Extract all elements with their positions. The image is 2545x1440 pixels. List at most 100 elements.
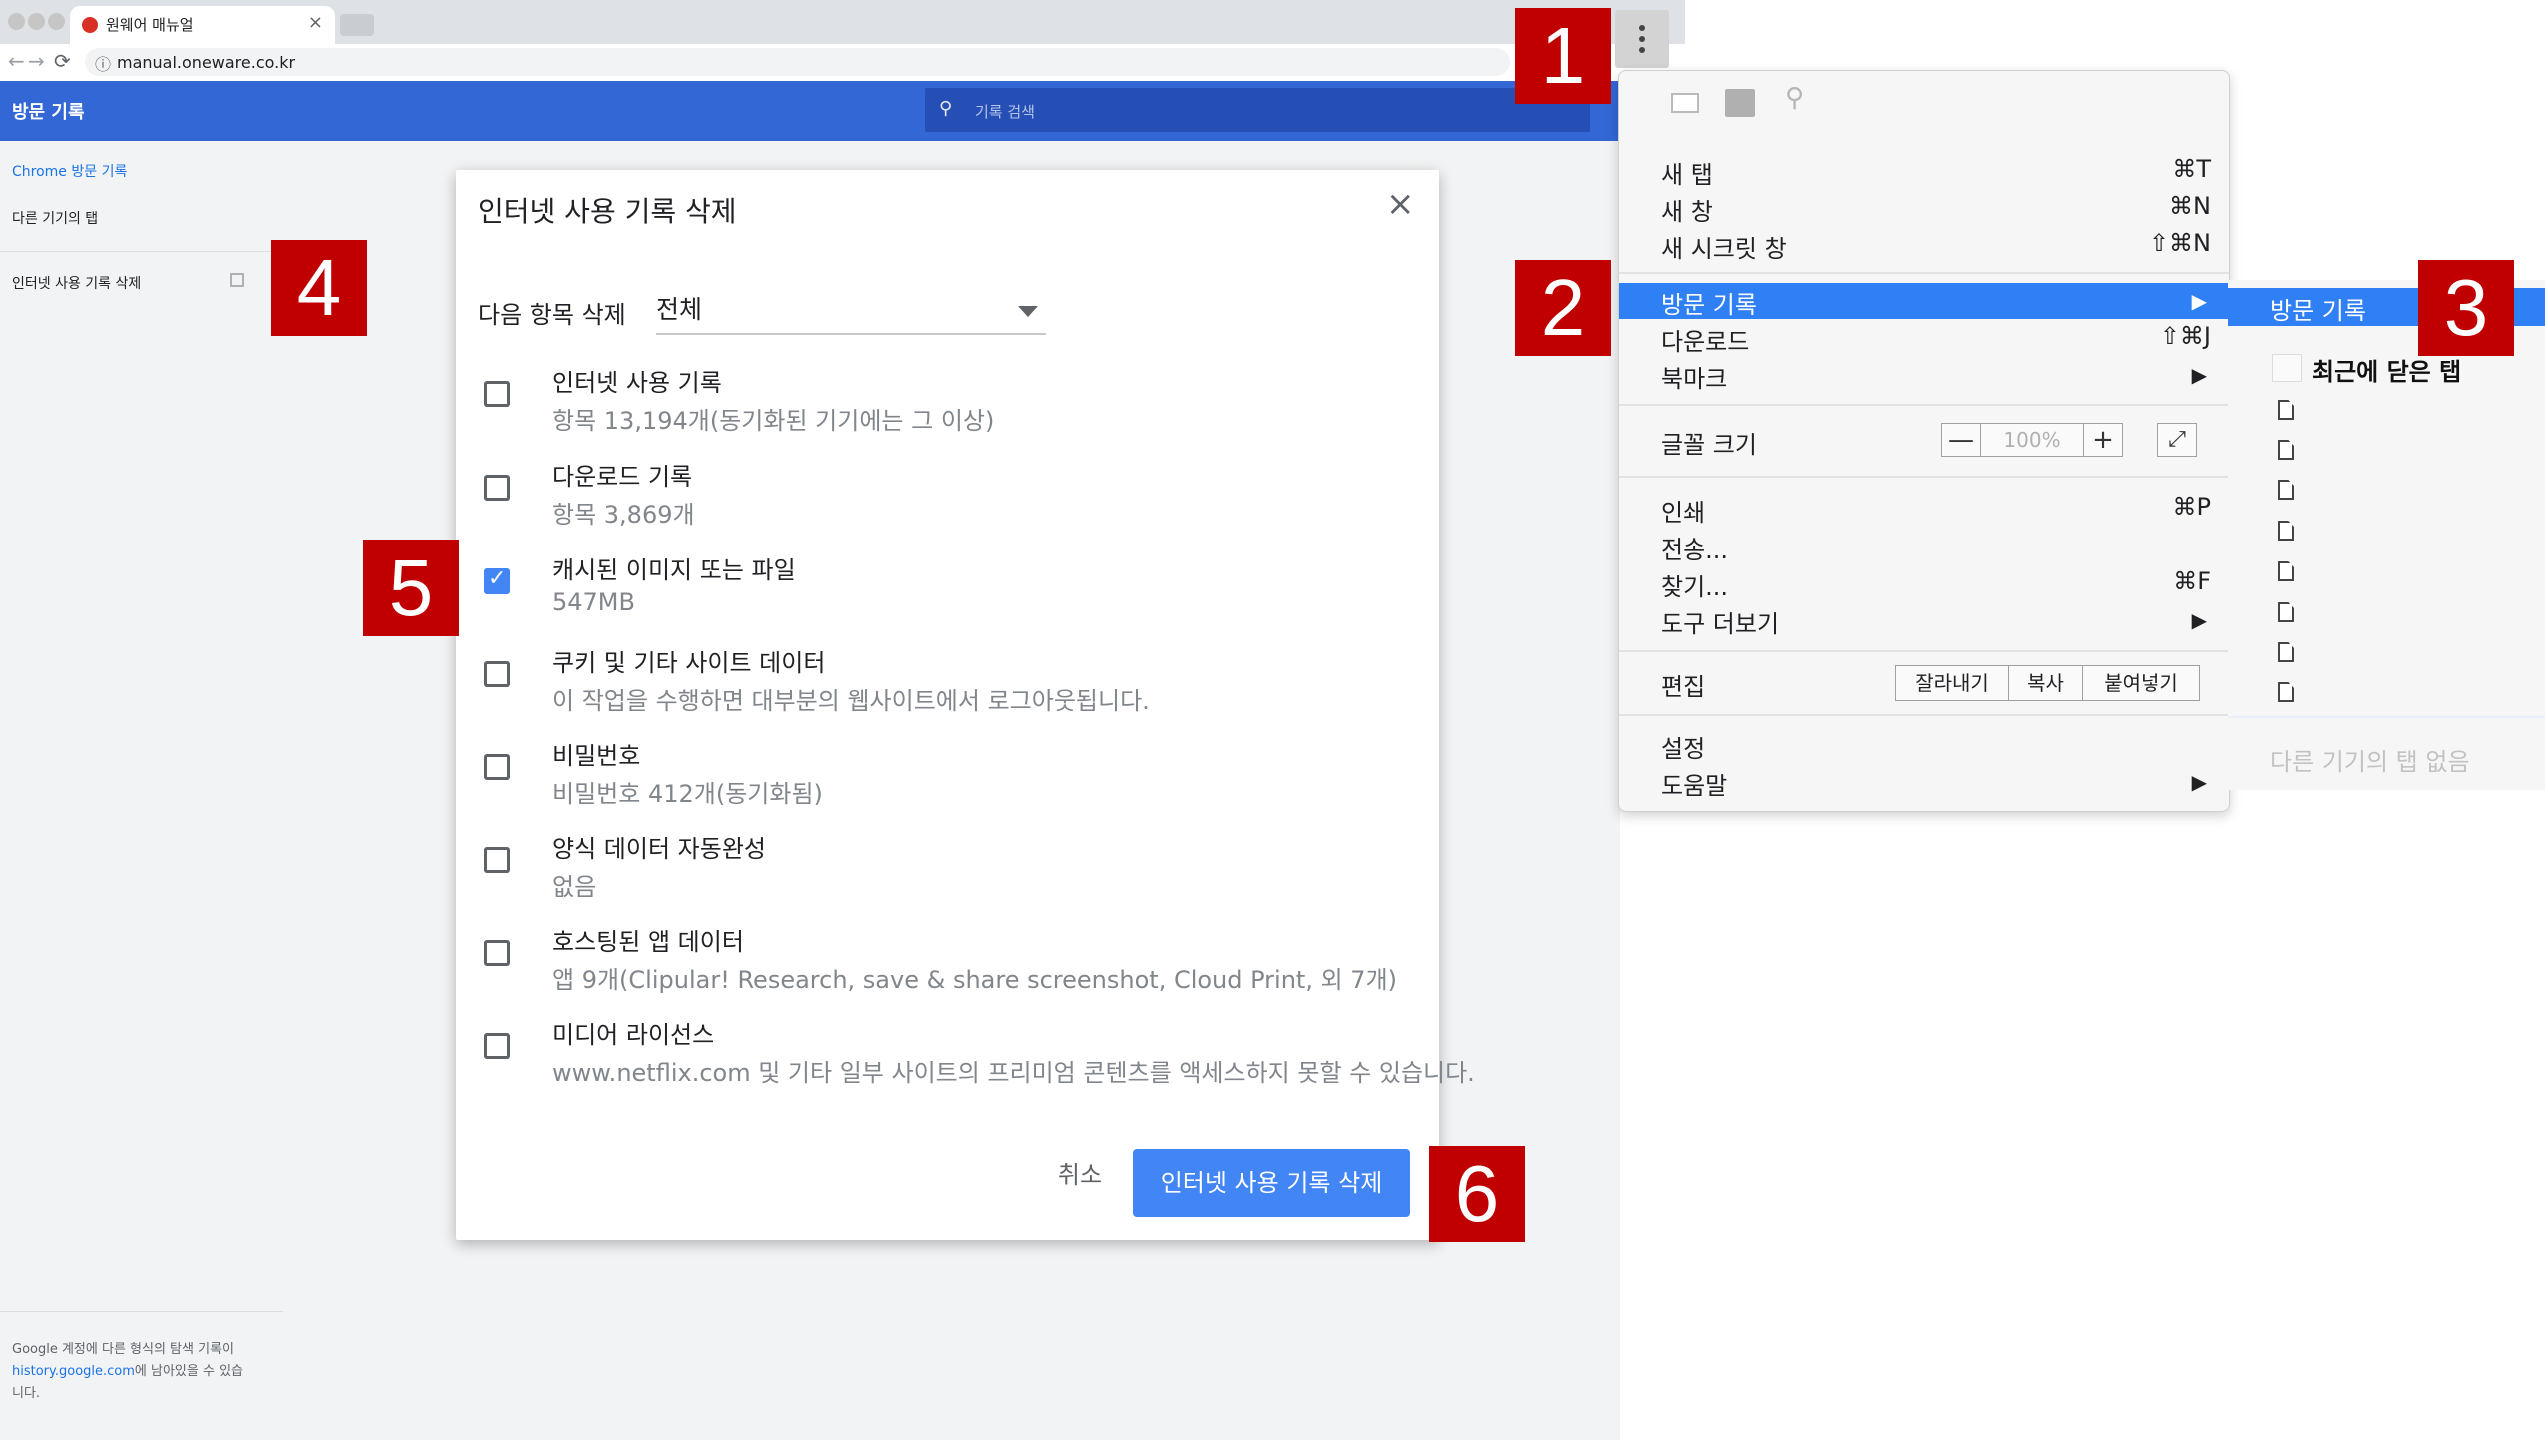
external-link-icon (230, 273, 244, 287)
time-range-value: 전체 (656, 295, 703, 324)
time-range-select[interactable]: 전체 (656, 288, 1046, 335)
search-placeholder: 기록 검색 (975, 103, 1035, 121)
step-badge-2: 2 (1515, 260, 1611, 356)
recent-page-icon[interactable] (2278, 400, 2294, 420)
paste-button[interactable]: 붙여넣기 (2082, 665, 2200, 701)
menu-item-label: 새 창 (1661, 198, 1713, 226)
menu-item-settings[interactable]: 설정 (1619, 727, 2229, 763)
footer-link[interactable]: history.google.com (12, 1364, 135, 1379)
zoom-in-button[interactable]: + (2083, 423, 2123, 457)
clear-browsing-data-dialog: 인터넷 사용 기록 삭제 × 다음 항목 삭제 전체 인터넷 사용 기록 항목 … (456, 170, 1475, 1240)
history-search-input[interactable]: ⚲ 기록 검색 (925, 88, 1590, 132)
step-badge-5: 5 (363, 540, 459, 636)
sidebar-item-chrome-history[interactable]: Chrome 방문 기록 (12, 161, 127, 181)
checkbox-hosted-app-data[interactable] (484, 940, 510, 966)
menu-item-history[interactable]: 방문 기록 ▶ (1619, 283, 2229, 319)
tab-close-icon[interactable]: × (308, 12, 323, 33)
menu-item-shortcut: ⇧⌘N (2148, 229, 2211, 257)
new-tab-button[interactable] (340, 14, 374, 36)
recent-page-icon[interactable] (2278, 682, 2294, 702)
zoom-level: 100% (1980, 423, 2084, 457)
menu-separator (1619, 272, 2229, 274)
menu-item-find[interactable]: 찾기... ⌘F (1619, 565, 2229, 601)
netflix-extension-icon[interactable] (1725, 89, 1755, 117)
menu-item-print[interactable]: 인쇄 ⌘P (1619, 491, 2229, 527)
window-close-dot[interactable] (8, 13, 25, 30)
reload-icon[interactable]: ⟳ (54, 49, 71, 73)
recent-page-icon[interactable] (2278, 642, 2294, 662)
recent-page-icon[interactable] (2278, 440, 2294, 460)
step-badge-1: 1 (1515, 8, 1611, 104)
recent-page-icon[interactable] (2278, 561, 2294, 581)
history-submenu: 방문 기록 최근에 닫은 탭 다른 기기의 탭 없음 (2228, 280, 2545, 790)
address-bar[interactable]: ⓘ manual.oneware.co.kr (85, 48, 1510, 76)
back-icon[interactable]: ← (8, 49, 25, 73)
copy-button[interactable]: 복사 (2008, 665, 2083, 701)
option-title: 다운로드 기록 (552, 463, 693, 491)
browser-toolbar: ← → ⟳ ⓘ manual.oneware.co.kr (0, 44, 1685, 82)
menu-separator (1619, 650, 2229, 652)
menu-item-label: 편집 (1661, 673, 1706, 701)
menu-item-shortcut: ⌘T (2172, 155, 2211, 183)
menu-item-label: 전송... (1661, 536, 1729, 564)
menu-item-new-tab[interactable]: 새 탭 ⌘T (1619, 153, 2229, 189)
recent-page-icon[interactable] (2278, 480, 2294, 500)
menu-item-downloads[interactable]: 다운로드 ⇧⌘J (1619, 320, 2229, 356)
submenu-divider (2228, 716, 2545, 718)
clear-data-button[interactable]: 인터넷 사용 기록 삭제 (1133, 1149, 1410, 1217)
footer-text-end: 니다. (12, 1386, 41, 1401)
recent-page-icon[interactable] (2278, 602, 2294, 622)
chevron-down-icon (1018, 306, 1038, 317)
search-extension-icon[interactable]: ⚲ (1785, 83, 1815, 113)
browser-tab[interactable]: 원웨어 매뉴얼 × (70, 6, 335, 44)
cut-button[interactable]: 잘라내기 (1895, 665, 2009, 701)
checkbox-passwords[interactable] (484, 754, 510, 780)
option-title: 인터넷 사용 기록 (552, 369, 722, 397)
menu-item-label: 설정 (1661, 735, 1706, 763)
sidebar-item-other-devices[interactable]: 다른 기기의 탭 (12, 208, 98, 228)
menu-item-label: 새 탭 (1661, 161, 1713, 189)
menu-item-label: 다운로드 (1661, 328, 1750, 356)
recent-page-icon[interactable] (2278, 521, 2294, 541)
step-badge-6: 6 (1429, 1146, 1525, 1242)
step-badge-3: 3 (2418, 260, 2514, 356)
option-title: 양식 데이터 자동완성 (552, 835, 766, 863)
footer-text: Google 계정에 다른 형식의 탐색 기록이 (12, 1342, 234, 1357)
site-info-icon[interactable]: ⓘ (95, 51, 111, 75)
footer-text-cont: 에 남아있을 수 있습 (134, 1364, 243, 1379)
fullscreen-icon[interactable]: ⤢ (2157, 423, 2197, 457)
checkbox-autofill[interactable] (484, 847, 510, 873)
forward-icon[interactable]: → (28, 49, 45, 73)
sidebar-item-clear-browsing-data[interactable]: 인터넷 사용 기록 삭제 (12, 273, 141, 293)
menu-item-label: 새 시크릿 창 (1661, 235, 1787, 263)
chrome-menu-icon[interactable] (1615, 10, 1669, 68)
sidebar-divider (0, 251, 283, 252)
option-description: 이 작업을 수행하면 대부분의 웹사이트에서 로그아웃됩니다. (552, 687, 1150, 715)
checkbox-media-licenses[interactable] (484, 1033, 510, 1059)
window-minimize-dot[interactable] (28, 13, 45, 30)
favicon-icon (82, 17, 98, 33)
checkbox-browsing-history[interactable] (484, 381, 510, 407)
menu-item-help[interactable]: 도움말 ▶ (1619, 764, 2229, 800)
page-title: 방문 기록 (12, 102, 85, 123)
tab-title: 원웨어 매뉴얼 (106, 16, 194, 34)
menu-item-zoom: 글꼴 크기 — 100% + ⤢ (1619, 423, 2229, 459)
checkbox-cookies[interactable] (484, 661, 510, 687)
checkbox-download-history[interactable] (484, 475, 510, 501)
cancel-button[interactable]: 취소 (1030, 1150, 1130, 1200)
close-icon[interactable]: × (1386, 184, 1415, 224)
menu-item-new-window[interactable]: 새 창 ⌘N (1619, 190, 2229, 226)
sidebar-footer-divider (0, 1311, 283, 1312)
zoom-out-button[interactable]: — (1941, 423, 1981, 457)
menu-item-bookmarks[interactable]: 북마크 ▶ (1619, 357, 2229, 393)
option-description: 비밀번호 412개(동기화됨) (552, 780, 823, 808)
mail-extension-icon[interactable] (1671, 89, 1701, 117)
menu-item-more-tools[interactable]: 도구 더보기 ▶ (1619, 602, 2229, 638)
checkbox-cached-images[interactable]: ✓ (484, 566, 510, 594)
menu-separator (1619, 714, 2229, 716)
menu-item-cast[interactable]: 전송... (1619, 528, 2229, 564)
menu-item-incognito[interactable]: 새 시크릿 창 ⇧⌘N (1619, 227, 2229, 263)
window-zoom-dot[interactable] (48, 13, 65, 30)
menu-separator (1619, 476, 2229, 478)
menu-item-shortcut: ⇧⌘J (2159, 322, 2211, 350)
